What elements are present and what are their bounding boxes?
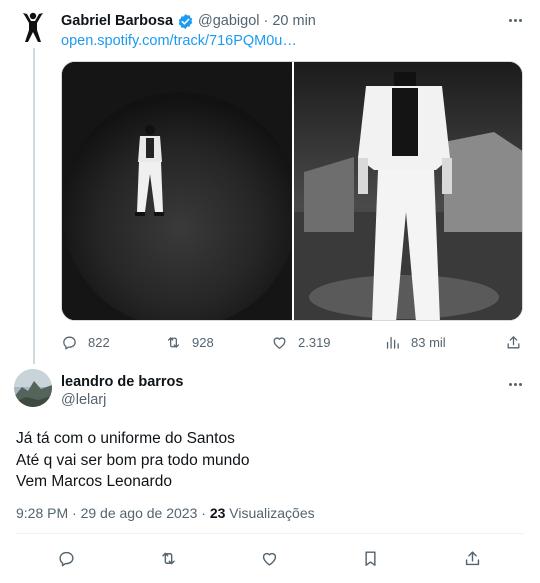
spotify-link[interactable]: open.spotify.com/track/716PQM0u…: [61, 33, 297, 49]
share-icon: [507, 335, 520, 348]
avatar-landscape-image: [14, 369, 52, 407]
tweet-timestamp[interactable]: 9:28 PM · 29 de ago de 2023 ·: [16, 505, 210, 521]
avatar[interactable]: [14, 369, 52, 407]
heart-icon: [262, 552, 276, 566]
views-label: Visualizações: [225, 505, 315, 521]
retweet-count: 928: [192, 334, 214, 350]
tweet-text-line: Vem Marcos Leonardo: [16, 473, 172, 490]
like-button[interactable]: 2.319: [271, 331, 331, 353]
retweet-icon: [167, 336, 180, 348]
retweet-icon: [161, 552, 175, 564]
tweet-text-line: Até q vai ser bom pra todo mundo: [16, 451, 250, 469]
author-handle[interactable]: @gabigol: [198, 13, 259, 29]
silhouette-logo-icon: [23, 12, 43, 42]
author-handle[interactable]: @lelarj: [61, 392, 106, 408]
tweet-metadata: 9:28 PM · 29 de ago de 2023 · 23 Visuali…: [16, 505, 315, 521]
reply-button[interactable]: [54, 546, 78, 570]
verified-badge-icon: [178, 13, 193, 29]
like-count: 2.319: [298, 334, 331, 350]
photo-closeup-figure: [294, 62, 522, 320]
like-button[interactable]: [257, 546, 281, 570]
views-count: 83 mil: [411, 334, 446, 350]
separator-dot: ·: [263, 13, 269, 29]
tweet-header: Gabriel Barbosa @gabigol · 20 min: [61, 11, 530, 31]
retweet-button[interactable]: [156, 546, 180, 570]
media-photo-right[interactable]: [294, 62, 522, 320]
tweet-text-line: Já tá com o uniforme do Santos: [16, 430, 235, 447]
more-options-icon[interactable]: [506, 376, 524, 392]
reply-count: 822: [88, 334, 110, 350]
bookmark-button[interactable]: [358, 546, 382, 570]
share-button[interactable]: [505, 331, 522, 353]
share-button[interactable]: [460, 546, 484, 570]
retweet-button[interactable]: 928: [165, 331, 214, 353]
avatar[interactable]: [14, 8, 52, 46]
author-name[interactable]: Gabriel Barbosa: [61, 13, 173, 29]
reply-icon: [63, 336, 76, 350]
reply-button[interactable]: 822: [61, 331, 110, 353]
divider: [16, 533, 524, 534]
tweet-actions: 822 928 2.319 83 mil: [61, 331, 523, 353]
author-name[interactable]: leandro de barros: [61, 374, 183, 390]
thread-connector-line: [33, 48, 35, 364]
photo-spotlight-figure: [62, 62, 292, 320]
more-options-icon[interactable]: [506, 12, 524, 28]
share-icon: [465, 550, 479, 565]
reply-icon: [58, 551, 74, 566]
views-button[interactable]: 83 mil: [384, 331, 446, 353]
views-count: 23: [209, 505, 226, 521]
tweet-text: Já tá com o uniforme do Santos Até q vai…: [16, 428, 250, 493]
heart-icon: [273, 336, 286, 349]
tweet-media[interactable]: [61, 61, 523, 321]
views-chart-icon: [386, 336, 399, 349]
tweet-actions: [0, 546, 540, 570]
media-photo-left[interactable]: [62, 62, 292, 320]
bookmark-icon: [364, 550, 376, 566]
tweet-time[interactable]: 20 min: [272, 13, 316, 29]
